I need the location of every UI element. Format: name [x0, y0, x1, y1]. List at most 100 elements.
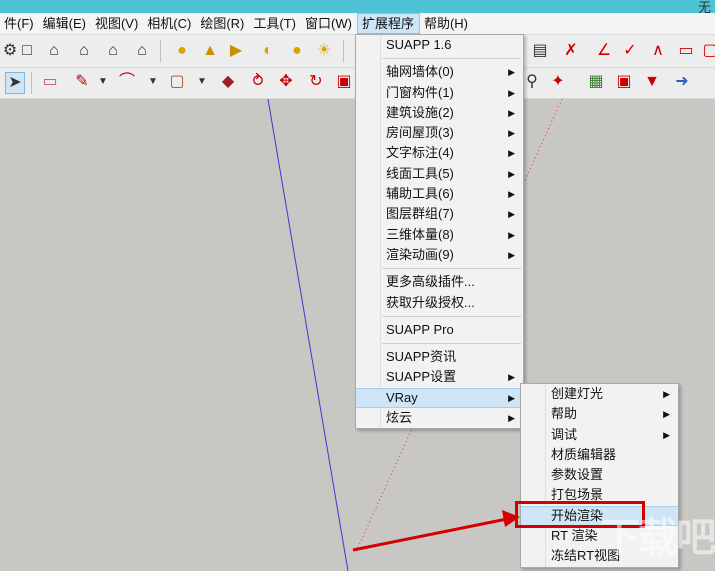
- house-side-icon[interactable]: ⌂: [132, 41, 152, 61]
- pencil-dropdown-chevron-icon[interactable]: ▼: [93, 72, 113, 92]
- section-plane-icon[interactable]: ▤: [530, 41, 550, 61]
- toolbar-separator: [31, 72, 32, 94]
- submenu-arrow-icon: ▶: [508, 229, 515, 240]
- eraser-icon[interactable]: ▭: [40, 72, 60, 92]
- menu-item-label: 建筑设施(2): [386, 104, 454, 120]
- share-model-icon[interactable]: ▼: [642, 72, 662, 92]
- move-icon[interactable]: ✥: [276, 72, 296, 92]
- menu-4[interactable]: 绘图(R): [196, 13, 249, 34]
- arc-dropdown-chevron-icon[interactable]: ▼: [143, 72, 163, 92]
- menu-item-label: 轴网墙体(0): [386, 64, 454, 80]
- house-front-icon[interactable]: ⌂: [74, 41, 94, 61]
- extension-warehouse-icon[interactable]: ▣: [614, 72, 634, 92]
- vray-menu-item[interactable]: 参数设置: [521, 465, 678, 485]
- shadow-dome-icon[interactable]: ◐: [258, 41, 278, 61]
- tape-measure-icon[interactable]: ✗: [561, 41, 581, 61]
- extensions-menu-item[interactable]: SUAPP Pro: [356, 320, 523, 340]
- export-icon[interactable]: ➜: [672, 72, 692, 92]
- push-pull-icon[interactable]: ◆: [218, 72, 238, 92]
- sun-shadow-icon[interactable]: ☀: [314, 41, 334, 61]
- extensions-menu-item[interactable]: 线面工具(5) ▶: [356, 164, 523, 184]
- scale-icon[interactable]: ▣: [334, 72, 354, 92]
- warehouse-icon[interactable]: ▦: [586, 72, 606, 92]
- menu-divider: [382, 315, 521, 317]
- menu-item-label: 辅助工具(6): [386, 186, 454, 202]
- menu-item-label: 参数设置: [551, 467, 604, 483]
- slab-icon[interactable]: ▭: [676, 41, 696, 61]
- annotation-arrow-line: [352, 517, 508, 552]
- arc-icon[interactable]: ⌒: [117, 72, 137, 92]
- extensions-menu-item[interactable]: 辅助工具(6) ▶: [356, 184, 523, 204]
- menu-2[interactable]: 视图(V): [91, 13, 143, 34]
- extensions-menu: SUAPP 1.6 轴网墙体(0) ▶ 门窗构件(1) ▶ 建筑设施(2) ▶ 房间屋顶(3…: [355, 34, 524, 430]
- menu-bar: 件(F) 编辑(E) 视图(V) 相机(C) 绘图(R) 工具(T) 窗口(W) 扩展程序 帮助…: [0, 13, 715, 35]
- pencil-icon[interactable]: ✎: [72, 72, 92, 92]
- select-arrow-icon[interactable]: ➤: [5, 72, 25, 94]
- menu-8[interactable]: 帮助(H): [420, 13, 473, 34]
- extensions-menu-item[interactable]: 三维体量(8) ▶: [356, 225, 523, 245]
- menu-item-label: 更多高级插件...: [386, 274, 475, 290]
- sun-icon[interactable]: ●: [287, 41, 307, 61]
- menu-divider: [382, 268, 521, 270]
- rectangle-icon[interactable]: ▢: [167, 72, 187, 92]
- extensions-menu-item[interactable]: SUAPP设置 ▶: [356, 367, 523, 387]
- toolbar-separator: [160, 40, 161, 62]
- box-icon[interactable]: ▢: [700, 41, 715, 61]
- menu-item-label: 调试: [551, 426, 578, 442]
- menu-7[interactable]: 扩展程序: [356, 13, 420, 34]
- vray-menu-item[interactable]: 帮助 ▶: [521, 404, 678, 424]
- menu-item-label: VRay: [386, 389, 418, 405]
- extensions-menu-item[interactable]: 图层群组(7) ▶: [356, 204, 523, 224]
- rotate-icon[interactable]: ↻: [306, 72, 326, 92]
- check-angle-icon[interactable]: ✓: [620, 41, 640, 61]
- extensions-menu-item[interactable]: 房间屋顶(3) ▶: [356, 123, 523, 143]
- component-icon[interactable]: □: [17, 41, 37, 61]
- menu-item-label: SUAPP设置: [386, 369, 457, 385]
- menu-divider: [382, 343, 521, 345]
- home-icon[interactable]: ⌂: [44, 41, 64, 61]
- zoom-extents-icon[interactable]: ✦: [548, 72, 568, 92]
- extensions-menu-item[interactable]: 门窗构件(1) ▶: [356, 83, 523, 103]
- extensions-menu-item[interactable]: 建筑设施(2) ▶: [356, 103, 523, 123]
- menu-item-label: 图层群组(7): [386, 206, 454, 222]
- roof-icon[interactable]: ∧: [648, 41, 668, 61]
- rectangle-dropdown-chevron-icon[interactable]: ▼: [192, 72, 212, 92]
- menu-item-label: 门窗构件(1): [386, 84, 454, 100]
- extensions-menu-item[interactable]: SUAPP资讯: [356, 347, 523, 367]
- menu-item-label: 三维体量(8): [386, 226, 454, 242]
- extensions-menu-item[interactable]: 文字标注(4) ▶: [356, 143, 523, 163]
- extensions-menu-item[interactable]: 渲染动画(9) ▶: [356, 245, 523, 265]
- extensions-menu-item[interactable]: 轴网墙体(0) ▶: [356, 62, 523, 82]
- extensions-menu-item[interactable]: 获取升级授权...: [356, 293, 523, 313]
- menu-divider: [382, 58, 521, 60]
- vray-menu-item[interactable]: 材质编辑器: [521, 445, 678, 465]
- zoom-icon[interactable]: ⚲: [522, 72, 542, 92]
- menu-item-label: 炫云: [386, 410, 413, 426]
- submenu-arrow-icon: ▶: [663, 429, 670, 440]
- menu-item-label: 线面工具(5): [386, 165, 454, 181]
- submenu-arrow-icon: ▶: [508, 189, 515, 200]
- vray-menu-item[interactable]: 创建灯光 ▶: [521, 384, 678, 404]
- menu-1[interactable]: 编辑(E): [39, 13, 91, 34]
- shadow-settings-icon[interactable]: ▲: [200, 41, 220, 61]
- shadow-sphere-icon[interactable]: ●: [172, 41, 192, 61]
- submenu-arrow-icon: ▶: [508, 128, 515, 139]
- follow-me-icon[interactable]: ⥁: [248, 72, 268, 92]
- menu-0[interactable]: 件(F): [0, 13, 39, 34]
- menu-5[interactable]: 工具(T): [249, 13, 301, 34]
- submenu-arrow-icon: ▶: [508, 209, 515, 220]
- submenu-arrow-icon: ▶: [508, 168, 515, 179]
- protractor-icon[interactable]: ∠: [594, 41, 614, 61]
- menu-3[interactable]: 相机(C): [143, 13, 196, 34]
- submenu-arrow-icon: ▶: [663, 389, 670, 399]
- extensions-menu-item[interactable]: VRay ▶: [356, 387, 523, 409]
- vray-menu-item[interactable]: 调试 ▶: [521, 425, 678, 445]
- menu-item-suapp-version[interactable]: SUAPP 1.6: [356, 35, 523, 55]
- house-outline-icon[interactable]: ⌂: [103, 41, 123, 61]
- submenu-arrow-icon: ▶: [508, 148, 515, 159]
- shadow-plane-icon[interactable]: ▶: [226, 41, 246, 61]
- extensions-menu-item[interactable]: 炫云 ▶: [356, 408, 523, 428]
- menu-item-label: 材质编辑器: [551, 446, 617, 462]
- menu-6[interactable]: 窗口(W): [301, 13, 357, 34]
- extensions-menu-item[interactable]: 更多高级插件...: [356, 272, 523, 292]
